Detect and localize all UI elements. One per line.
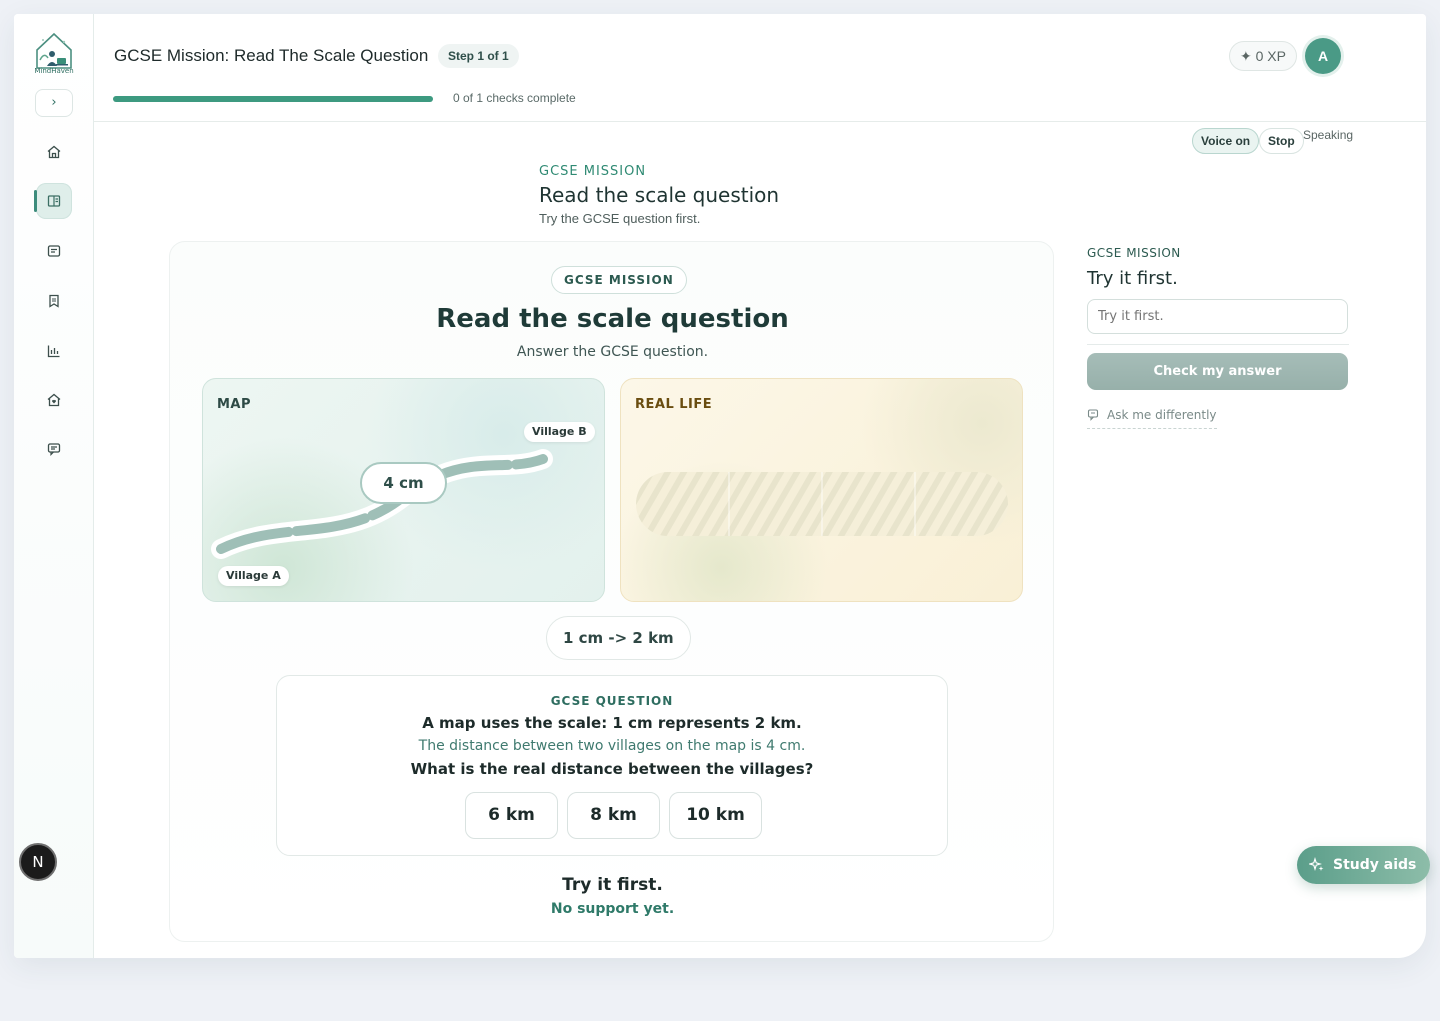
question-box: GCSE QUESTION A map uses the scale: 1 cm… (276, 675, 948, 856)
xp-badge: ✦ 0 XP (1229, 41, 1297, 71)
mission-heading: GCSE MISSION Read the scale question Try… (539, 164, 779, 226)
real-life-panel: REAL LIFE (620, 378, 1023, 602)
mission-card: GCSE MISSION Read the scale question Ans… (169, 241, 1054, 942)
question-eyebrow: GCSE QUESTION (550, 694, 674, 708)
scale-chip: 1 cm -> 2 km (546, 616, 691, 660)
map-label: MAP (217, 397, 252, 412)
check-answer-button[interactable]: Check my answer (1087, 353, 1348, 390)
card-subtitle: Answer the GCSE question. (516, 344, 709, 360)
nav-lessons[interactable] (34, 183, 72, 219)
expand-sidebar-button[interactable]: › (35, 89, 73, 117)
answer-options: 6 km 8 km 10 km (465, 792, 762, 839)
feedback-title: Try it first. (562, 875, 663, 895)
house-heart-icon (47, 393, 61, 407)
rail-eyebrow: GCSE MISSION (1087, 246, 1181, 260)
mission-tag: GCSE MISSION (551, 266, 687, 294)
rail-divider (1087, 344, 1349, 345)
mission-title: Read the scale question (539, 183, 780, 207)
page-title: GCSE Mission: Read The Scale Question (114, 46, 429, 65)
study-aids-button[interactable]: Study aids (1297, 846, 1431, 884)
header: GCSE Mission: Read The Scale Question St… (94, 14, 1426, 122)
ask-differently-label: Ask me differently (1107, 408, 1217, 422)
brand-name: MindHaven (34, 67, 74, 75)
nav-home[interactable] (36, 134, 72, 170)
real-life-label: REAL LIFE (635, 397, 713, 412)
question-line-3: What is the real distance between the vi… (410, 760, 814, 778)
book-icon (47, 195, 61, 207)
progress-text: 0 of 1 checks complete (453, 91, 576, 105)
mission-eyebrow: GCSE MISSION (539, 164, 647, 179)
voice-stop-button[interactable]: Stop (1259, 128, 1304, 154)
voice-on-button[interactable]: Voice on (1192, 128, 1260, 154)
app-shell: MindHaven › N GCSE Mission: Read The Sca… (14, 14, 1426, 958)
nav-notes[interactable] (36, 233, 72, 269)
study-aids-label: Study aids (1333, 857, 1417, 873)
progress-fill (113, 96, 433, 102)
village-b-label: Village B (524, 422, 595, 442)
feedback-subtitle: No support yet. (550, 901, 675, 917)
village-a-label: Village A (218, 566, 289, 586)
answer-option-10km[interactable]: 10 km (669, 792, 762, 839)
home-icon (47, 145, 61, 159)
notes-icon (47, 245, 61, 257)
progress-bar (113, 96, 433, 102)
answer-input[interactable] (1087, 299, 1348, 334)
sparkle-icon (1309, 857, 1324, 871)
chart-icon (47, 345, 60, 358)
dev-badge[interactable]: N (19, 843, 57, 881)
answer-rail: GCSE MISSION Try it first. Check my answ… (1087, 246, 1349, 429)
nav-wellbeing[interactable] (36, 382, 72, 418)
chat-bubble-icon (1087, 409, 1099, 421)
step-badge: Step 1 of 1 (438, 44, 519, 68)
avatar[interactable]: A (1305, 38, 1341, 74)
question-line-2: The distance between two villages on the… (418, 738, 806, 754)
mission-subtitle: Try the GCSE question first. (539, 211, 701, 226)
answer-option-6km[interactable]: 6 km (465, 792, 558, 839)
answer-option-8km[interactable]: 8 km (567, 792, 660, 839)
question-line-1: A map uses the scale: 1 cm represents 2 … (422, 714, 802, 732)
rail-title: Try it first. (1087, 268, 1178, 289)
voice-status: Speaking (1303, 128, 1354, 142)
card-title: Read the scale question (436, 304, 789, 334)
sidebar: MindHaven › N (14, 14, 94, 958)
map-distance-pill: 4 cm (360, 462, 447, 504)
nav-chat[interactable] (36, 431, 72, 467)
map-panel: MAP Village B Village A 4 cm (202, 378, 605, 602)
nav-bookmarks[interactable] (36, 283, 72, 319)
ask-differently-link[interactable]: Ask me differently (1087, 408, 1217, 429)
bookmark-icon (49, 294, 59, 308)
chat-icon (47, 443, 61, 456)
nav-progress[interactable] (36, 333, 72, 369)
real-distance-bar (636, 472, 1008, 536)
